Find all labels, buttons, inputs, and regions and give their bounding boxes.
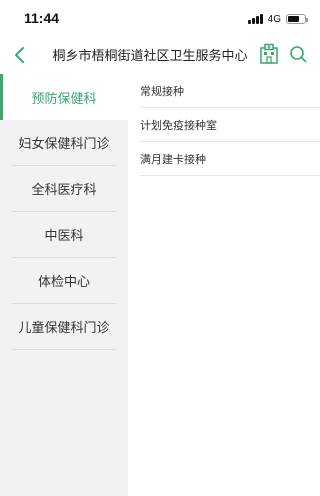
battery-icon (286, 14, 308, 24)
department-list: 预防保健科 妇女保健科门诊 全科医疗科 中医科 体检中心 儿童保健科门诊 (0, 74, 128, 496)
signal-icon (247, 14, 263, 24)
hospital-icon (260, 43, 278, 64)
network-type: 4G (267, 13, 281, 25)
department-item[interactable]: 体检中心 (12, 258, 116, 304)
page-title: 桐乡市梧桐街道社区卫生服务中心 (52, 49, 248, 64)
hospital-button[interactable] (258, 43, 280, 65)
sub-department-label: 常规接种 (140, 84, 184, 98)
search-button[interactable] (288, 44, 308, 64)
department-label: 全科医疗科 (31, 183, 97, 198)
department-item[interactable]: 儿童保健科门诊 (12, 304, 116, 350)
sub-department-item[interactable]: 计划免疫接种室 (140, 108, 320, 142)
search-icon (290, 46, 307, 63)
active-indicator (0, 74, 3, 120)
nav-bar: 桐乡市梧桐街道社区卫生服务中心 (0, 36, 320, 74)
sub-department-label: 满月建卡接种 (140, 152, 206, 166)
department-item-active[interactable]: 预防保健科 (0, 74, 128, 120)
sub-department-list: 常规接种 计划免疫接种室 满月建卡接种 (140, 74, 320, 176)
sub-department-item[interactable]: 常规接种 (140, 74, 320, 108)
chevron-left-icon (15, 47, 24, 63)
status-bar: 11:44 4G (0, 0, 320, 36)
department-item[interactable]: 全科医疗科 (12, 166, 116, 212)
department-label: 预防保健科 (31, 91, 97, 107)
department-label: 体检中心 (37, 275, 90, 290)
department-label: 中医科 (44, 229, 84, 244)
back-button[interactable] (8, 43, 32, 67)
battery-fill (288, 16, 299, 22)
sub-department-label: 计划免疫接种室 (140, 118, 217, 132)
status-time: 11:44 (24, 10, 60, 26)
department-label: 妇女保健科门诊 (18, 137, 110, 152)
department-label: 儿童保健科门诊 (18, 321, 110, 336)
sub-department-item[interactable]: 满月建卡接种 (140, 142, 320, 176)
status-indicators: 4G (247, 12, 308, 26)
department-item[interactable]: 妇女保健科门诊 (12, 120, 116, 166)
department-item[interactable]: 中医科 (12, 212, 116, 258)
